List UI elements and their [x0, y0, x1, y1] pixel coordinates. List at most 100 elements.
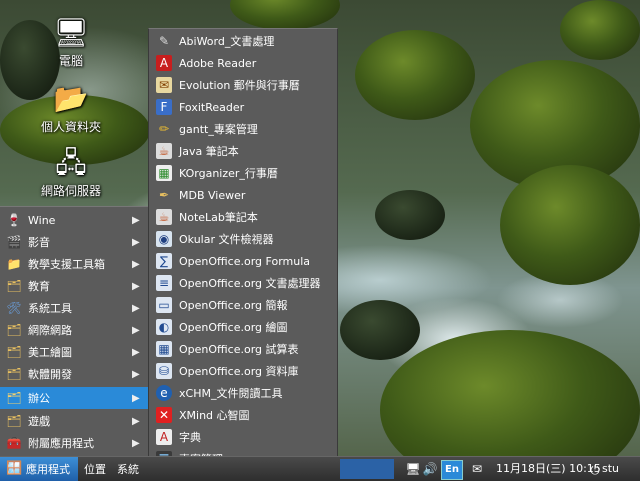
menu-item-accessories[interactable]: 🧰 附屬應用程式 ▶: [0, 432, 148, 454]
submenu-item-label: 字典: [179, 431, 201, 444]
menu-item-wine[interactable]: 🍷 Wine ▶: [0, 209, 148, 231]
volume-icon[interactable]: 🔊: [422, 460, 438, 478]
menu-item-label: 教育: [28, 280, 50, 293]
desktop-icon-computer[interactable]: 🖥 電腦: [26, 16, 116, 69]
submenu-item-ooo-base[interactable]: ⛁ OpenOffice.org 資料庫: [149, 360, 337, 382]
submenu-item-xmind[interactable]: ✕ XMind 心智圖: [149, 404, 337, 426]
submenu-item-foxit-reader[interactable]: F FoxitReader: [149, 96, 337, 118]
submenu-item-java-notebook[interactable]: ☕ Java 筆記本: [149, 140, 337, 162]
menu-item-development[interactable]: 🗂 軟體開發 ▶: [0, 363, 148, 385]
menu-item-education[interactable]: 🗂 教育 ▶: [0, 275, 148, 297]
chevron-right-icon: ▶: [132, 437, 140, 449]
submenu-item-xchm[interactable]: e xCHM_文件閱讀工具: [149, 382, 337, 404]
power-icon[interactable]: ⏻: [588, 461, 602, 479]
submenu-item-adobe-reader[interactable]: A Adobe Reader: [149, 52, 337, 74]
graphics-icon: 🗂: [6, 345, 22, 359]
menu-item-multimedia[interactable]: 🎬 影音 ▶: [0, 231, 148, 253]
windows-logo-icon: 🪟: [6, 461, 23, 476]
menu-item-label: 教學支援工具箱: [28, 258, 105, 271]
submenu-item-ooo-draw[interactable]: ◐ OpenOffice.org 繪圖: [149, 316, 337, 338]
wine-icon: 🍷: [6, 213, 22, 227]
submenu-item-label: Adobe Reader: [179, 56, 257, 70]
chevron-right-icon: ▶: [132, 302, 140, 314]
submenu-item-ooo-formula[interactable]: ∑ OpenOffice.org Formula: [149, 250, 337, 272]
input-method-button[interactable]: En: [441, 460, 463, 480]
menu-item-label: 遊戲: [28, 415, 50, 428]
chevron-right-icon: ▶: [132, 236, 140, 248]
submenu-item-label: OpenOffice.org 試算表: [179, 343, 299, 356]
home-folder-icon: 📂: [53, 82, 89, 115]
submenu-item-label: Okular 文件檢視器: [179, 233, 274, 246]
ooo-base-icon: ⛁: [156, 363, 172, 379]
submenu-item-ooo-impress[interactable]: ▭ OpenOffice.org 簡報: [149, 294, 337, 316]
user-name[interactable]: stu: [602, 457, 619, 481]
submenu-item-label: XMind 心智圖: [179, 409, 250, 422]
submenu-item-label: xCHM_文件閱讀工具: [179, 387, 283, 400]
submenu-item-ooo-writer[interactable]: ≡ OpenOffice.org 文書處理器: [149, 272, 337, 294]
applications-label: 應用程式: [26, 463, 70, 476]
ooo-impress-icon: ▭: [156, 297, 172, 313]
submenu-item-mdb-viewer[interactable]: ✒ MDB Viewer: [149, 184, 337, 206]
submenu-item-label: NoteLab筆記本: [179, 211, 258, 224]
ooo-calc-icon: ▦: [156, 341, 172, 357]
okular-icon: ◉: [156, 231, 172, 247]
submenu-item-label: OpenOffice.org 繪圖: [179, 321, 288, 334]
mail-icon[interactable]: ✉: [468, 460, 486, 478]
menu-item-label: 影音: [28, 236, 50, 249]
submenu-item-label: Java 筆記本: [179, 145, 239, 158]
submenu-item-notelab[interactable]: ☕ NoteLab筆記本: [149, 206, 337, 228]
places-label: 位置: [84, 463, 106, 476]
submenu-item-ooo-calc[interactable]: ▦ OpenOffice.org 試算表: [149, 338, 337, 360]
menu-item-graphics[interactable]: 🗂 美工繪圖 ▶: [0, 341, 148, 363]
network-icon[interactable]: 🖥: [405, 460, 421, 478]
chevron-right-icon: ▶: [132, 214, 140, 226]
desktop-icon-network[interactable]: 🖧 網路伺服器: [26, 146, 116, 199]
menu-item-games[interactable]: 🗂 遊戲 ▶: [0, 410, 148, 432]
submenu-item-label: KOrganizer_行事曆: [179, 167, 278, 180]
adobe-reader-icon: A: [156, 55, 172, 71]
menu-item-label: 系統工具: [28, 302, 72, 315]
menu-item-teaching-tools[interactable]: 📁 教學支援工具箱 ▶: [0, 253, 148, 275]
mdb-viewer-icon: ✒: [158, 188, 170, 202]
computer-icon: 🖥: [53, 16, 89, 49]
internet-icon: 🗂: [6, 323, 22, 337]
menu-item-label: 網際網路: [28, 324, 72, 337]
applications-menu-button[interactable]: 🪟 應用程式: [0, 457, 78, 481]
office-icon: 🗂: [6, 391, 22, 405]
evolution-icon: ✉: [156, 77, 172, 93]
desktop-icon-home-folder[interactable]: 📂 個人資料夾: [26, 82, 116, 135]
chevron-right-icon: ▶: [132, 258, 140, 270]
submenu-item-evolution[interactable]: ✉ Evolution 郵件與行事曆: [149, 74, 337, 96]
places-menu-button[interactable]: 位置: [84, 457, 106, 481]
network-servers-icon: 🖧: [55, 146, 87, 179]
submenu-item-label: FoxitReader: [179, 100, 245, 114]
submenu-item-label: Evolution 郵件與行事曆: [179, 79, 300, 92]
desktop-icon-label: 電腦: [58, 54, 83, 68]
menu-item-internet[interactable]: 🗂 網際網路 ▶: [0, 319, 148, 341]
submenu-item-label: MDB Viewer: [179, 188, 246, 202]
submenu-item-label: AbiWord_文書處理: [179, 35, 275, 48]
menu-item-system-tools[interactable]: 🛠 系統工具 ▶: [0, 297, 148, 319]
chevron-right-icon: ▶: [132, 392, 140, 404]
menu-item-label: 辦公: [28, 392, 50, 405]
submenu-item-dictionary[interactable]: A 字典: [149, 426, 337, 448]
ooo-formula-icon: ∑: [156, 253, 172, 269]
submenu-item-korganizer[interactable]: ▦ KOrganizer_行事曆: [149, 162, 337, 184]
submenu-item-gantt[interactable]: ✏ gantt_專案管理: [149, 118, 337, 140]
ooo-draw-icon: ◐: [156, 319, 172, 335]
clock[interactable]: 11月18日(三) 10:15: [496, 457, 601, 481]
submenu-item-label: OpenOffice.org 簡報: [179, 299, 288, 312]
system-menu-button[interactable]: 系統: [117, 457, 139, 481]
menu-item-label: 附屬應用程式: [28, 437, 94, 450]
education-icon: 🗂: [6, 279, 22, 293]
menu-item-label: 軟體開發: [28, 368, 72, 381]
submenu-item-abiword[interactable]: ✎ AbiWord_文書處理: [149, 30, 337, 52]
chevron-right-icon: ▶: [132, 415, 140, 427]
chevron-right-icon: ▶: [132, 368, 140, 380]
xmind-icon: ✕: [156, 407, 172, 423]
menu-item-office[interactable]: 🗂 辦公 ▶: [0, 387, 148, 409]
submenu-item-okular[interactable]: ◉ Okular 文件檢視器: [149, 228, 337, 250]
chevron-right-icon: ▶: [132, 324, 140, 336]
folder-icon: 📁: [6, 257, 22, 271]
taskbar-area[interactable]: [340, 459, 394, 479]
